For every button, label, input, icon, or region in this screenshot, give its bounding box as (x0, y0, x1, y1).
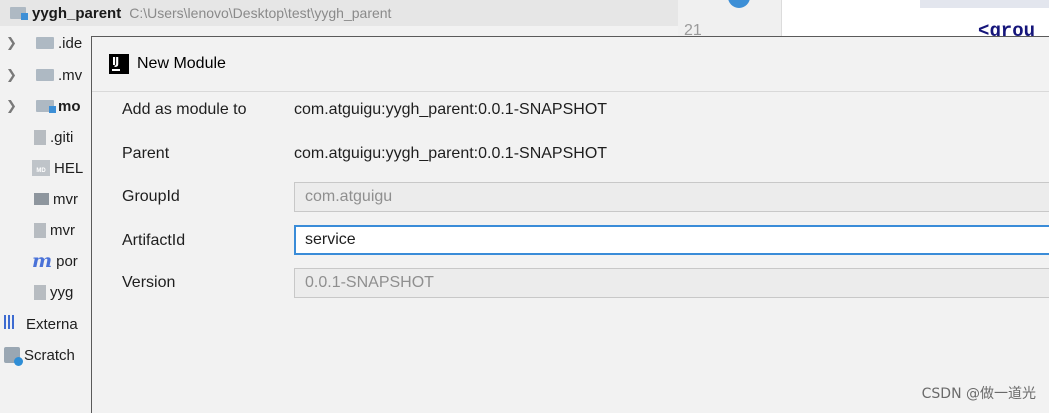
tree-item-idea[interactable]: ❯ .ide (0, 28, 100, 58)
code-highlight-bar (920, 0, 1049, 8)
tree-item-external-libraries[interactable]: Externa (0, 309, 100, 339)
group-id-label: GroupId (122, 188, 180, 205)
editor-code-area[interactable]: <grou (782, 0, 1049, 42)
version-label: Version (122, 274, 176, 291)
maven-pom-icon: m (32, 249, 53, 272)
project-tree: ❯ .ide ❯ .mv ❯ mo .giti MD HEL mvr mvr m… (0, 28, 92, 412)
tree-item-label: mo (58, 97, 81, 115)
editor-gutter: 21 (678, 0, 782, 39)
intellij-logo-icon: IJ (109, 54, 129, 74)
chevron-right-icon[interactable]: ❯ (6, 35, 20, 51)
tree-item-label: .giti (50, 128, 74, 146)
external-libraries-icon (4, 315, 22, 333)
markdown-file-icon: MD (32, 160, 50, 176)
iml-file-icon (34, 284, 46, 300)
tree-item-scratches[interactable]: Scratch (0, 340, 100, 370)
tree-item-label: .ide (58, 34, 83, 52)
add-as-module-label: Add as module to (122, 101, 247, 118)
scratches-icon (4, 347, 23, 366)
dialog-titlebar[interactable]: IJ New Module (92, 37, 1049, 92)
tree-item-label: yyg (50, 283, 74, 301)
tree-item-label: Externa (26, 315, 78, 333)
group-id-field[interactable]: com.atguigu (294, 182, 1049, 212)
csdn-watermark: CSDN @做一道光 (921, 386, 1036, 402)
tree-item-mvnw[interactable]: mvr (0, 184, 100, 214)
mvnw-script-icon (34, 193, 49, 205)
version-field[interactable]: 0.0.1-SNAPSHOT (294, 268, 1049, 298)
dialog-title: New Module (137, 55, 226, 72)
chevron-right-icon[interactable]: ❯ (6, 98, 20, 114)
tree-item-label: HEL (54, 159, 84, 177)
gitignore-file-icon (34, 129, 46, 145)
tree-item-module[interactable]: ❯ mo (0, 91, 100, 121)
tree-item-label: .mv (58, 66, 83, 84)
project-name: yygh_parent (32, 4, 122, 22)
gutter-marker-icon (728, 0, 750, 8)
tree-item-label: Scratch (24, 346, 75, 364)
project-header[interactable]: yygh_parent C:\Users\lenovo\Desktop\test… (0, 0, 678, 26)
tree-item-gitignore[interactable]: .giti (0, 122, 100, 152)
module-folder-icon (10, 7, 28, 20)
add-as-module-value: com.atguigu:yygh_parent:0.0.1-SNAPSHOT (294, 101, 608, 118)
tree-item-label: por (56, 252, 78, 270)
artifact-id-field[interactable]: service (294, 225, 1049, 255)
mvnw-cmd-file-icon (34, 222, 46, 238)
new-module-dialog: IJ New Module Add as module to com.atgui… (91, 36, 1049, 413)
folder-icon (36, 69, 54, 81)
module-folder-icon (36, 100, 56, 113)
tree-item-pom[interactable]: m por (0, 246, 100, 276)
tree-item-help[interactable]: MD HEL (0, 153, 100, 183)
parent-label: Parent (122, 145, 170, 162)
tree-item-label: mvr (53, 190, 78, 208)
tree-item-mvn[interactable]: ❯ .mv (0, 60, 100, 90)
tree-item-iml[interactable]: yyg (0, 277, 100, 307)
chevron-right-icon[interactable]: ❯ (6, 67, 20, 83)
tree-item-label: mvr (50, 221, 75, 239)
tree-item-mvnw-cmd[interactable]: mvr (0, 215, 100, 245)
project-path: C:\Users\lenovo\Desktop\test\yygh_parent (129, 5, 392, 21)
artifact-id-label: ArtifactId (122, 232, 186, 249)
parent-value: com.atguigu:yygh_parent:0.0.1-SNAPSHOT (294, 145, 608, 162)
folder-icon (36, 37, 54, 49)
